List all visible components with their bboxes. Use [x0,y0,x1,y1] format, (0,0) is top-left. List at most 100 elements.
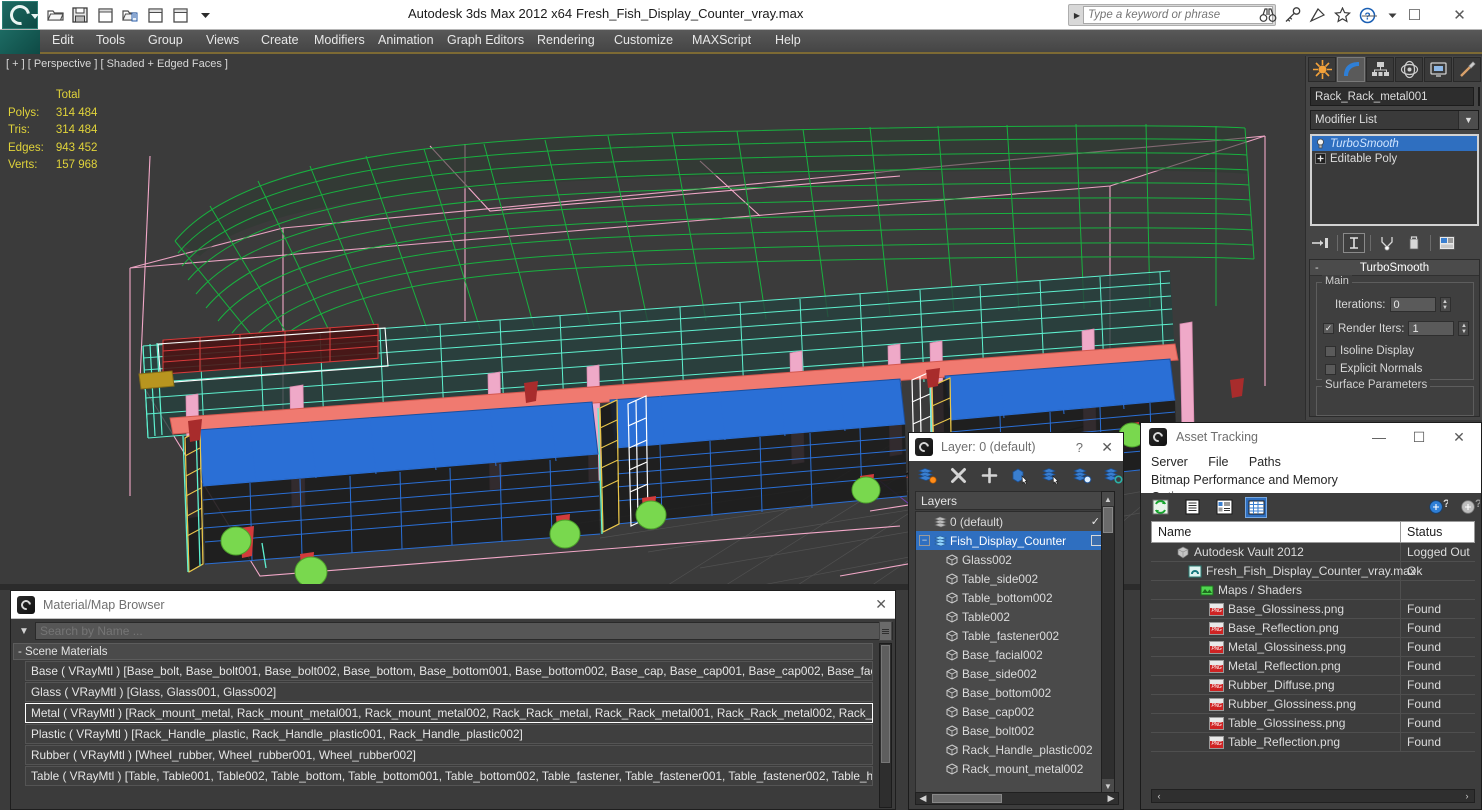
menu-item-create[interactable]: Create [261,33,299,47]
material-row[interactable]: Base ( VRayMtl ) [Base_bolt, Base_bolt00… [25,661,873,681]
list-item[interactable]: Base_side002 [916,664,1106,683]
menu-item-bitmap-performance[interactable]: Bitmap Performance and Memory [1151,473,1338,487]
render-iters-checkbox[interactable]: ✓ [1323,323,1334,334]
display-tab-icon[interactable] [1424,57,1452,82]
list-item[interactable]: Rack_Handle_plastic002 [916,740,1106,759]
qat-dropdown-icon[interactable] [194,4,216,26]
list-item[interactable]: Base_bottom002 [916,683,1106,702]
menu-item-modifiers[interactable]: Modifiers [314,33,365,47]
create-tab-icon[interactable] [1308,57,1336,82]
maximize-button[interactable]: ☐ [1392,0,1437,30]
delete-layer-icon[interactable] [948,465,968,485]
create-new-layer-icon[interactable] [917,465,937,485]
table-row[interactable]: Fresh_Fish_Display_Counter_vray.max Ok [1151,562,1475,581]
vault-info-icon[interactable]: ? [1459,497,1481,518]
scroll-right-icon[interactable]: › [1460,791,1474,801]
scroll-left-icon[interactable]: ◀ [916,793,930,804]
modifier-stack-item-turbosmooth[interactable]: TurboSmooth [1312,136,1477,151]
chevron-down-icon[interactable]: ▼ [1458,111,1478,129]
table-row[interactable]: Metal_Reflection.png Found [1151,657,1475,676]
rollout-header[interactable]: - TurboSmooth [1310,260,1479,276]
render-iters-spinner[interactable]: ▲▼ [1458,321,1469,336]
list-item[interactable]: Base_bolt002 [916,721,1106,740]
utilities-tab-icon[interactable] [1453,57,1481,82]
pin-stack-icon[interactable] [1310,233,1332,253]
material-row[interactable]: Rubber ( VRayMtl ) [Wheel_rubber, Wheel_… [25,745,873,765]
menu-item-group[interactable]: Group [148,33,183,47]
iterations-spinner[interactable]: ▲▼ [1440,297,1451,312]
column-header-name[interactable]: Name [1151,521,1401,543]
material-search-input[interactable] [35,622,893,640]
material-list-scroll-thumb[interactable] [881,645,890,763]
menu-item-edit[interactable]: Edit [52,33,74,47]
list-item[interactable]: Glass002 [916,550,1106,569]
menu-item-server[interactable]: Server [1151,455,1188,469]
list-item[interactable]: Table002 [916,607,1106,626]
menu-item-tools[interactable]: Tools [96,33,125,47]
layer-active-check-icon[interactable]: ✓ [1091,515,1100,528]
help-icon[interactable]: ? [1076,440,1083,455]
viewport-label[interactable]: [ + ] [ Perspective ] [ Shaded + Edged F… [6,58,228,70]
asset-tracking-titlebar[interactable]: Asset Tracking — ☐ ✕ [1141,423,1481,451]
list-item[interactable]: Base_facial002 [916,645,1106,664]
table-row[interactable]: Autodesk Vault 2012 Logged Out [1151,543,1475,562]
layer-dialog-titlebar[interactable]: Layer: 0 (default) ? ✕ [909,433,1123,461]
plus-expand-icon[interactable] [1315,153,1326,164]
menu-item-graph-editors[interactable]: Graph Editors [447,33,524,47]
menu-item-rendering[interactable]: Rendering [537,33,595,47]
select-highlighted-icon[interactable] [1041,465,1061,485]
make-unique-icon[interactable] [1376,233,1398,253]
configure-sets-icon[interactable] [1436,233,1458,253]
undo-icon[interactable] [144,4,166,26]
search-caret-icon[interactable]: ▶ [1071,11,1083,20]
key-icon[interactable] [1283,6,1302,25]
scroll-left-icon[interactable]: ‹ [1152,791,1166,801]
material-list-scrollbar[interactable] [879,643,892,808]
details-view-icon[interactable] [1213,497,1235,518]
material-row[interactable]: Plastic ( VRayMtl ) [Rack_Handle_plastic… [25,724,873,744]
browser-grip-handle[interactable] [879,621,892,641]
lightbulb-icon[interactable] [1315,138,1326,149]
satellite-icon[interactable] [1308,6,1327,25]
menu-item-customize[interactable]: Customize [614,33,673,47]
scene-materials-header[interactable]: - Scene Materials [13,643,873,660]
layers-scroll-thumb[interactable] [1103,507,1113,533]
modifier-stack[interactable]: TurboSmooth Editable Poly [1310,134,1479,226]
scroll-up-icon[interactable]: ▲ [1102,492,1114,506]
close-button[interactable]: ✕ [1439,423,1479,451]
add-to-layer-icon[interactable] [979,465,999,485]
isoline-display-checkbox[interactable] [1325,346,1336,357]
menu-item-paths[interactable]: Paths [1249,455,1281,469]
layers-list[interactable]: 0 (default) ✓ − Fish_Display_Counter Gla… [915,511,1107,794]
layers-hscroll-thumb[interactable] [932,794,1002,803]
menu-item-help[interactable]: Help [775,33,801,47]
new-icon[interactable] [94,4,116,26]
layer-row-default[interactable]: 0 (default) ✓ [916,512,1106,531]
list-item[interactable]: Rack_mount_metal002 [916,759,1106,778]
filter-dropdown-icon[interactable]: ▼ [13,626,35,637]
save-icon[interactable] [69,4,91,26]
redo-icon[interactable] [169,4,191,26]
modify-tab-icon[interactable] [1337,57,1365,82]
asset-tracking-rows[interactable]: Autodesk Vault 2012 Logged Out Fresh_Fis… [1151,543,1475,810]
modifier-list-dropdown[interactable]: Modifier List ▼ [1310,110,1479,130]
select-objects-icon[interactable] [1010,465,1030,485]
show-end-result-icon[interactable] [1343,233,1365,253]
list-item[interactable]: Base_cap002 [916,702,1106,721]
close-button[interactable]: ✕ [1437,0,1482,30]
table-row[interactable]: Maps / Shaders [1151,581,1475,600]
table-row[interactable]: Metal_Glossiness.png Found [1151,638,1475,657]
menu-item-animation[interactable]: Animation [378,33,434,47]
motion-tab-icon[interactable] [1395,57,1423,82]
maximize-button[interactable]: ☐ [1399,423,1439,451]
scroll-down-icon[interactable]: ▼ [1102,779,1114,793]
minimize-button[interactable]: — [1359,423,1399,451]
close-icon[interactable]: ✕ [1101,439,1113,456]
expand-collapse-icon[interactable]: − [919,535,930,546]
asset-tracking-hscrollbar[interactable]: ‹ › [1151,789,1475,803]
remove-modifier-icon[interactable] [1403,233,1425,253]
table-row[interactable]: Base_Glossiness.png Found [1151,600,1475,619]
modifier-stack-item-editable-poly[interactable]: Editable Poly [1312,151,1477,166]
object-color-swatch[interactable] [1478,87,1480,106]
material-browser-titlebar[interactable]: Material/Map Browser ✕ [11,591,895,619]
